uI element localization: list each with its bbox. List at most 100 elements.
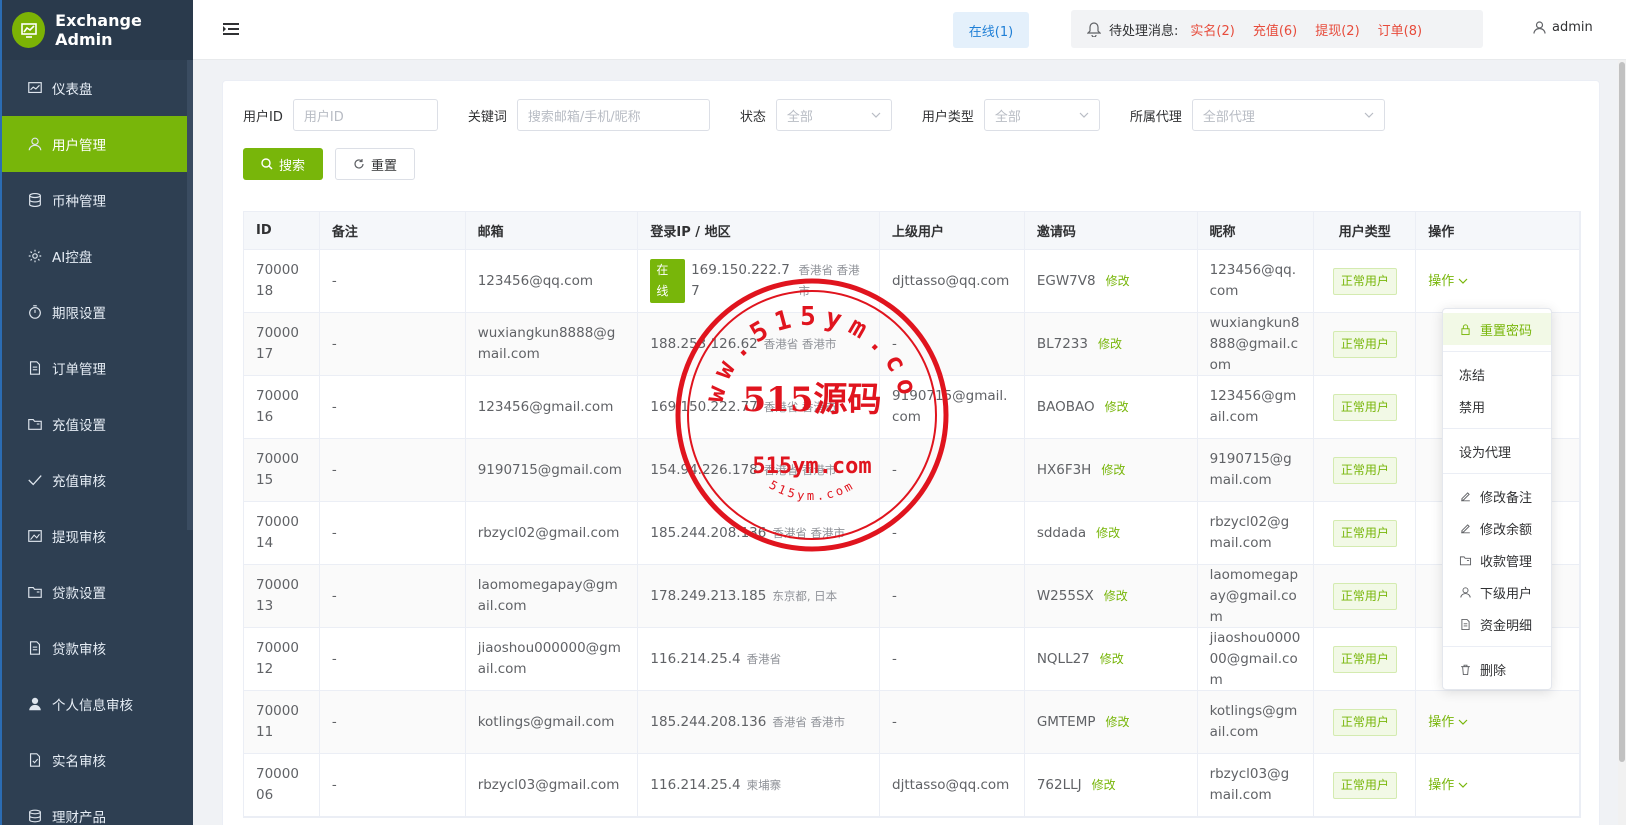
top-header: 在线(1) 待处理消息: 实名(2) 充值(6) 提现(2) 订单(8) adm…	[193, 0, 1626, 60]
chevron-down-icon	[1079, 112, 1089, 118]
cell-nickname: 123456@gmail.com	[1198, 376, 1315, 438]
edit-invite-link[interactable]: 修改	[1101, 460, 1125, 481]
column-header-note[interactable]: 备注	[320, 212, 466, 249]
page-scrollbar-thumb[interactable]	[1619, 62, 1625, 762]
dropdown-item-6[interactable]: 收款管理	[1443, 544, 1551, 576]
dropdown-item-7[interactable]: 下级用户	[1443, 576, 1551, 608]
cell-id: 7000014	[244, 502, 320, 564]
dropdown-item-5[interactable]: 修改余额	[1443, 512, 1551, 544]
sidebar-item-label: AI控盘	[52, 250, 93, 266]
table-body: 7000018-123456@qq.com 在线 169.150.222.77 香港省…	[244, 250, 1580, 817]
invite-code: 762LLJ	[1036, 776, 1082, 793]
cell-note: -	[320, 502, 466, 564]
edit-invite-link[interactable]: 修改	[1104, 586, 1128, 607]
edit-invite-link[interactable]: 修改	[1106, 712, 1130, 733]
sidebar-item-4[interactable]: 期限设置	[2, 284, 193, 340]
user-type-label: 用户类型	[921, 109, 974, 125]
cell-invite-code: sddada 修改	[1025, 502, 1198, 564]
row-actions-button[interactable]: 操作	[1428, 712, 1468, 733]
column-header-parent[interactable]: 上级用户	[880, 212, 1025, 249]
edit-invite-link[interactable]: 修改	[1106, 271, 1130, 292]
cell-ip: 178.249.213.185 东京都, 日本	[638, 565, 881, 627]
column-header-nickname[interactable]: 昵称	[1198, 212, 1315, 249]
row-actions-button[interactable]: 操作	[1428, 271, 1468, 292]
alert-withdraw[interactable]: 提现(2)	[1315, 20, 1359, 39]
page-scrollbar[interactable]	[1618, 60, 1626, 825]
cell-email: 9190715@gmail.com	[466, 439, 639, 501]
cell-note: -	[320, 313, 466, 375]
cell-invite-code: W255SX 修改	[1025, 565, 1198, 627]
column-header-email[interactable]: 邮箱	[466, 212, 639, 249]
sidebar-item-12[interactable]: 实名审核	[2, 732, 193, 788]
dropdown-item-2[interactable]: 禁用	[1443, 390, 1551, 422]
table-row: 7000018-123456@qq.com 在线 169.150.222.77 香港省…	[244, 250, 1580, 313]
column-header-invite[interactable]: 邀请码	[1025, 212, 1198, 249]
user-type-select[interactable]: 全部	[983, 99, 1100, 131]
menu-toggle-icon[interactable]	[223, 22, 239, 40]
search-button[interactable]: 搜索	[243, 148, 323, 180]
chevron-down-icon	[1458, 278, 1468, 284]
sidebar-item-13[interactable]: 理财产品	[2, 788, 193, 825]
document-check-icon	[26, 751, 44, 769]
dropdown-item-label: 删除	[1480, 663, 1507, 679]
refresh-icon	[354, 159, 364, 169]
reset-button[interactable]: 重置	[335, 148, 415, 180]
trash-icon	[1459, 663, 1480, 676]
sidebar-item-6[interactable]: 充值设置	[2, 396, 193, 452]
agent-select[interactable]: 全部代理	[1191, 99, 1385, 131]
edit-invite-link[interactable]: 修改	[1092, 775, 1116, 796]
cell-invite-code: BAOBAO 修改	[1025, 376, 1198, 438]
pending-label: 待处理消息:	[1109, 23, 1179, 39]
user-id-input[interactable]: 用户ID	[292, 99, 438, 131]
column-header-user-type[interactable]: 用户类型	[1314, 212, 1417, 249]
sidebar-item-9[interactable]: 贷款设置	[2, 564, 193, 620]
online-count-button[interactable]: 在线(1)	[953, 12, 1029, 48]
keyword-label: 关键词	[467, 109, 507, 125]
sidebar-item-1[interactable]: 用户管理	[2, 116, 193, 172]
user-type-badge: 正常用户	[1332, 330, 1397, 358]
dropdown-item-4[interactable]: 修改备注	[1443, 480, 1551, 512]
cell-invite-code: HX6F3H 修改	[1025, 439, 1198, 501]
cell-note: -	[320, 691, 466, 753]
sidebar-item-7[interactable]: 充值审核	[2, 452, 193, 508]
dropdown-item-3[interactable]: 设为代理	[1443, 435, 1551, 467]
sidebar-item-11[interactable]: 个人信息审核	[2, 676, 193, 732]
sidebar-item-3[interactable]: AI控盘	[2, 228, 193, 284]
brand-title: Exchange Admin	[55, 11, 142, 49]
user-menu[interactable]: admin	[1533, 20, 1593, 35]
cell-id: 7000011	[244, 691, 320, 753]
keyword-input[interactable]: 搜索邮箱/手机/昵称	[516, 99, 710, 131]
cell-user-type: 正常用户	[1314, 754, 1417, 816]
cell-nickname: rbzycl02@gmail.com	[1198, 502, 1315, 564]
row-actions-button[interactable]: 操作	[1428, 775, 1468, 796]
edit-invite-link[interactable]: 修改	[1096, 523, 1120, 544]
sidebar-item-0[interactable]: 仪表盘	[2, 60, 193, 116]
alert-recharge[interactable]: 充值(6)	[1253, 20, 1297, 39]
sidebar-item-8[interactable]: 提现审核	[2, 508, 193, 564]
cell-actions: 操作	[1416, 754, 1580, 816]
sidebar-item-2[interactable]: 币种管理	[2, 172, 193, 228]
cell-nickname: jiaoshou000000@gmail.com	[1198, 628, 1315, 690]
dropdown-item-0[interactable]: 重置密码	[1443, 313, 1551, 345]
alert-orders[interactable]: 订单(8)	[1378, 20, 1422, 39]
sidebar-item-label: 订单管理	[52, 362, 106, 378]
dropdown-item-8[interactable]: 资金明细	[1443, 608, 1551, 640]
dropdown-item-9[interactable]: 删除	[1443, 653, 1551, 685]
sidebar-scrollbar[interactable]	[187, 60, 193, 530]
edit-invite-link[interactable]: 修改	[1098, 334, 1122, 355]
dropdown-item-1[interactable]: 冻结	[1443, 358, 1551, 390]
sidebar-item-10[interactable]: 贷款审核	[2, 620, 193, 676]
dropdown-item-label: 下级用户	[1480, 586, 1533, 602]
edit-invite-link[interactable]: 修改	[1105, 397, 1129, 418]
brand-logo-icon	[12, 12, 46, 48]
sidebar-item-5[interactable]: 订单管理	[2, 340, 193, 396]
edit-invite-link[interactable]: 修改	[1100, 649, 1124, 670]
cell-ip: 185.244.208.136 香港省 香港市	[638, 502, 881, 564]
cell-user-type: 正常用户	[1314, 565, 1417, 627]
column-header-ip[interactable]: 登录IP / 地区	[638, 212, 881, 249]
edit-icon	[1459, 522, 1480, 535]
alert-realname[interactable]: 实名(2)	[1190, 20, 1234, 39]
column-header-id[interactable]: ID	[244, 212, 320, 249]
brand[interactable]: Exchange Admin	[2, 0, 193, 60]
status-select[interactable]: 全部	[775, 99, 892, 131]
